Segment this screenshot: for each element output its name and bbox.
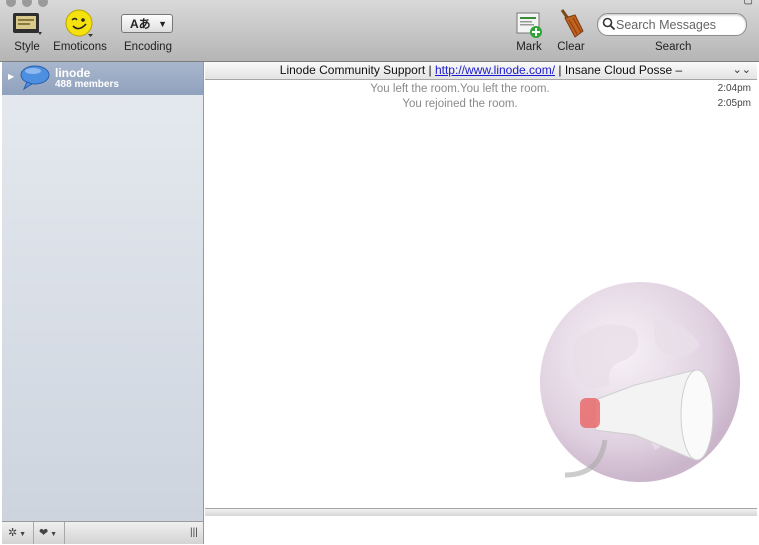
search-icon [602, 17, 616, 31]
disclosure-triangle-icon[interactable]: ▶ [8, 72, 14, 81]
emoticons-button[interactable]: Emoticons [52, 6, 108, 61]
encoding-value: Aあ [130, 17, 151, 31]
encoding-label: Encoding [124, 41, 172, 53]
chat-bubble-icon [20, 65, 50, 91]
clear-button[interactable]: Clear [552, 6, 590, 61]
message-timestamp: 2:05pm [717, 98, 751, 109]
toolbar-toggle-button[interactable]: ▢ [744, 0, 753, 6]
gear-icon: ✲ [8, 527, 18, 539]
room-member-count: 488 members [55, 79, 119, 90]
globe-megaphone-watermark-icon [540, 282, 740, 482]
mark-icon [516, 12, 542, 38]
topic-link[interactable]: http://www.linode.com/ [435, 63, 555, 77]
topic-prefix: Linode Community Support | [279, 63, 435, 77]
favorites-button[interactable]: ❤ ▼ [39, 524, 57, 542]
chat-window: ▢ Style Emoticons Aあ ▼ Encoding Mark Cle… [0, 0, 759, 545]
sidebar-bottom-bar: ✲ ▼ ❤ ▼ ||| [2, 521, 204, 544]
search-input[interactable] [616, 16, 740, 33]
style-label: Style [14, 41, 40, 53]
encoding-popup[interactable]: Aあ ▼ [121, 14, 173, 33]
message-input-area [205, 516, 757, 543]
mark-label: Mark [516, 41, 542, 53]
chevron-down-icon: ▼ [158, 19, 167, 29]
chevron-down-icon: ▼ [17, 531, 27, 538]
heart-icon: ❤ [39, 527, 49, 539]
toolbar: ▢ Style Emoticons Aあ ▼ Encoding Mark Cle… [0, 0, 759, 62]
room-item-linode[interactable]: ▶ linode 488 members [2, 62, 203, 95]
action-menu-button[interactable]: ✲ ▼ [8, 524, 26, 542]
encoding-button[interactable]: Aあ ▼ Encoding [118, 6, 178, 61]
divider [33, 522, 34, 544]
room-topic: Linode Community Support | http://www.li… [205, 62, 757, 80]
mark-button[interactable]: Mark [510, 6, 548, 61]
system-message: You left the room.You left the room. [370, 83, 550, 95]
message-input[interactable] [211, 517, 755, 543]
message-timestamp: 2:04pm [717, 83, 751, 94]
clear-label: Clear [557, 41, 585, 53]
message-view[interactable]: You left the room.You left the room. 2:0… [205, 80, 757, 508]
search-field[interactable] [597, 13, 747, 36]
room-name: linode [55, 66, 91, 80]
smiley-icon [65, 9, 93, 37]
resize-handle[interactable]: ||| [190, 524, 198, 542]
style-button[interactable]: Style [6, 6, 48, 61]
search-label: Search [655, 41, 692, 53]
style-icon [13, 13, 42, 35]
expand-topic-icon[interactable]: ⌄⌄ [733, 62, 751, 78]
system-message: You rejoined the room. [402, 98, 518, 110]
chevron-down-icon: ▼ [48, 531, 58, 538]
topic-suffix: | Insane Cloud Posse – [555, 63, 683, 77]
divider [64, 522, 65, 544]
room-list-sidebar: ▶ linode 488 members [2, 62, 204, 521]
broom-icon [560, 9, 584, 38]
emoticons-label: Emoticons [53, 41, 107, 53]
